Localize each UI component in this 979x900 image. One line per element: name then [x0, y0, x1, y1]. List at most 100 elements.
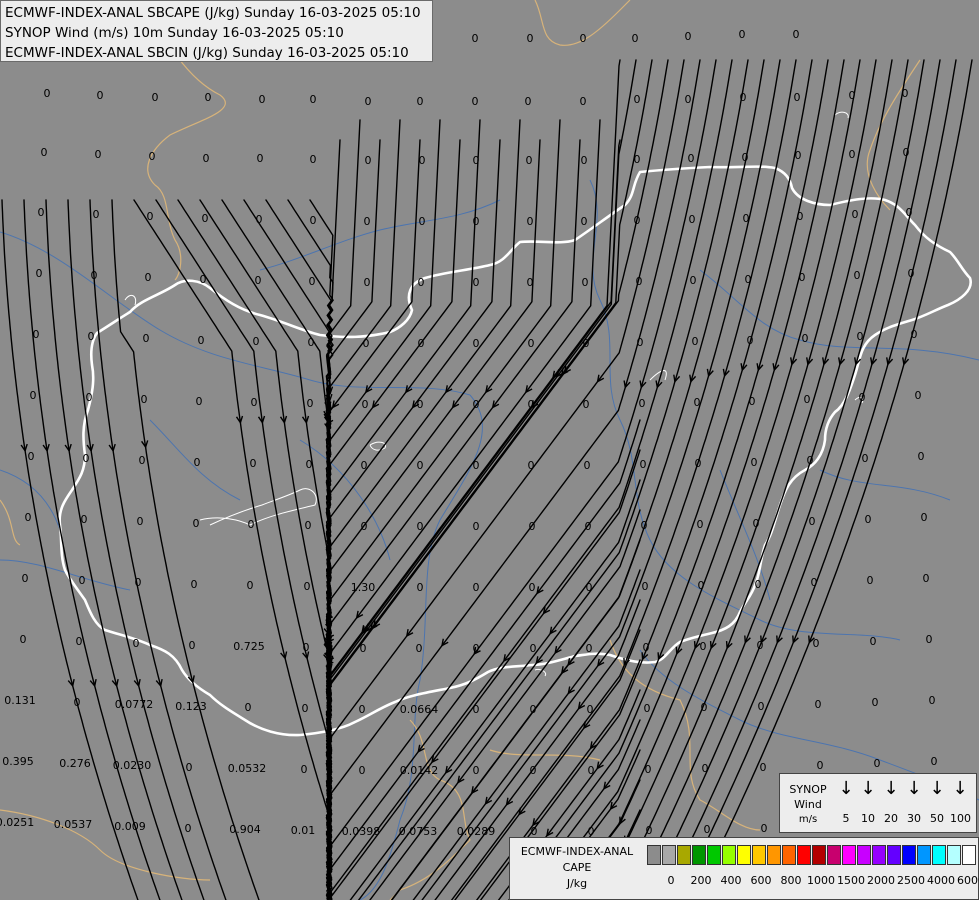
cape-value: 0	[417, 95, 424, 108]
cape-value: 0	[44, 87, 51, 100]
cape-value: 0	[632, 32, 639, 45]
cape-value: 0	[419, 215, 426, 228]
cape-value: 0.0230	[113, 759, 152, 772]
cape-value: 0	[582, 276, 589, 289]
cape-value: 0	[872, 696, 879, 709]
cape-value: 0	[903, 146, 910, 159]
cape-value: 0	[586, 581, 593, 594]
cape-value: 0	[247, 579, 254, 592]
cape-tick-label: 200	[690, 874, 712, 887]
cape-value: 0	[25, 511, 32, 524]
cape-color-swatch	[887, 845, 901, 865]
cape-tick-label: 0	[667, 874, 675, 887]
cape-value: 0	[473, 581, 480, 594]
cape-value: 0	[147, 210, 154, 223]
cape-value: 0	[530, 764, 537, 777]
cape-tick-label: 1500	[837, 874, 865, 887]
cape-value: 0	[363, 337, 370, 350]
cape-value: 0	[97, 89, 104, 102]
cape-value: 0	[695, 457, 702, 470]
cape-value: 0	[580, 32, 587, 45]
cape-value: 0	[689, 213, 696, 226]
cape-value: 0	[418, 276, 425, 289]
cape-value: 0	[692, 335, 699, 348]
cape-value: 0	[364, 276, 371, 289]
cape-value: 0	[205, 91, 212, 104]
wind-speed-legend: SYNOP Wind m/s ↓ 5 ↓ 10 ↓ 20 ↓ 30 ↓ 50 ↓ 100	[779, 773, 977, 833]
cape-tick-label: 600	[750, 874, 772, 887]
cape-value: 0	[794, 91, 801, 104]
cape-value: 0	[86, 391, 93, 404]
cape-value: 0	[931, 755, 938, 768]
cape-value: 0	[811, 576, 818, 589]
cape-value: 0	[697, 518, 704, 531]
cape-color-swatch	[812, 845, 826, 865]
cape-value: 0	[809, 515, 816, 528]
cape-value: 0	[852, 208, 859, 221]
cape-value: 0	[528, 398, 535, 411]
cape-tick-label: 4000	[927, 874, 955, 887]
wind-legend-item: ↓ 20	[881, 778, 901, 826]
cape-value: 0	[747, 334, 754, 347]
wind-speed-label: 10	[861, 812, 875, 825]
cape-value: 0	[644, 702, 651, 715]
cape-value: 0	[83, 452, 90, 465]
cape-value: 0	[639, 397, 646, 410]
cape-value: 0	[528, 337, 535, 350]
cape-value: 0	[135, 576, 142, 589]
cape-value: 0	[473, 703, 480, 716]
cape-value: 0	[685, 93, 692, 106]
cape-value: 0	[698, 579, 705, 592]
cape-value: 0	[310, 214, 317, 227]
wind-speed-label: 100	[950, 812, 971, 825]
cape-value: 0	[193, 517, 200, 530]
cape-value: 0	[634, 153, 641, 166]
cape-value: 0	[527, 276, 534, 289]
cape-value: 0	[700, 640, 707, 653]
cape-value: 0	[302, 702, 309, 715]
wind-arrow-icon: ↓	[838, 778, 854, 799]
cape-value: 0	[527, 215, 534, 228]
cape-value: 0	[472, 32, 479, 45]
cape-value: 0	[419, 154, 426, 167]
cape-value: 0	[186, 761, 193, 774]
cape-value: 0	[908, 267, 915, 280]
cape-value: 0	[795, 149, 802, 162]
cape-value: 0	[189, 639, 196, 652]
cape-value: 0	[688, 152, 695, 165]
cape-value: 0	[305, 519, 312, 532]
cape-value: 0	[929, 694, 936, 707]
wind-legend-title: SYNOP Wind	[782, 782, 834, 812]
cape-value: 0	[200, 273, 207, 286]
cape-value: 0	[525, 95, 532, 108]
cape-tick-label: 2000	[867, 874, 895, 887]
cape-value: 0	[20, 633, 27, 646]
cape-value: 0	[813, 637, 820, 650]
cape-value: 0	[28, 450, 35, 463]
cape-value: 0.0142	[400, 764, 439, 777]
wind-legend-item: ↓ 30	[904, 778, 924, 826]
cape-value: 0	[694, 396, 701, 409]
cape-value: 0	[527, 32, 534, 45]
cape-value: 0	[359, 764, 366, 777]
cape-value: 0	[473, 398, 480, 411]
cape-color-swatch	[722, 845, 736, 865]
cape-value: 0	[797, 210, 804, 223]
cape-value: 0	[637, 336, 644, 349]
cape-value: 0	[41, 146, 48, 159]
cape-value: 0	[529, 520, 536, 533]
cape-value: 0	[874, 757, 881, 770]
cape-value: 0.123	[175, 700, 207, 713]
cape-value: 0.0664	[400, 703, 439, 716]
cape-value: 0	[587, 703, 594, 716]
map-title-box: ECMWF-INDEX-ANAL SBCAPE (J/kg) Sunday 16…	[0, 0, 433, 62]
cape-color-swatch	[872, 845, 886, 865]
cape-legend-title: ECMWF-INDEX-ANAL CAPE J/kg	[512, 844, 642, 892]
cape-value: 0	[303, 641, 310, 654]
cape-value: 0.904	[229, 823, 261, 836]
cape-value: 0	[202, 212, 209, 225]
cape-value: 0	[583, 398, 590, 411]
cape-value: 0	[636, 275, 643, 288]
wind-speed-label: 20	[884, 812, 898, 825]
cape-value: 0.0532	[228, 762, 267, 775]
